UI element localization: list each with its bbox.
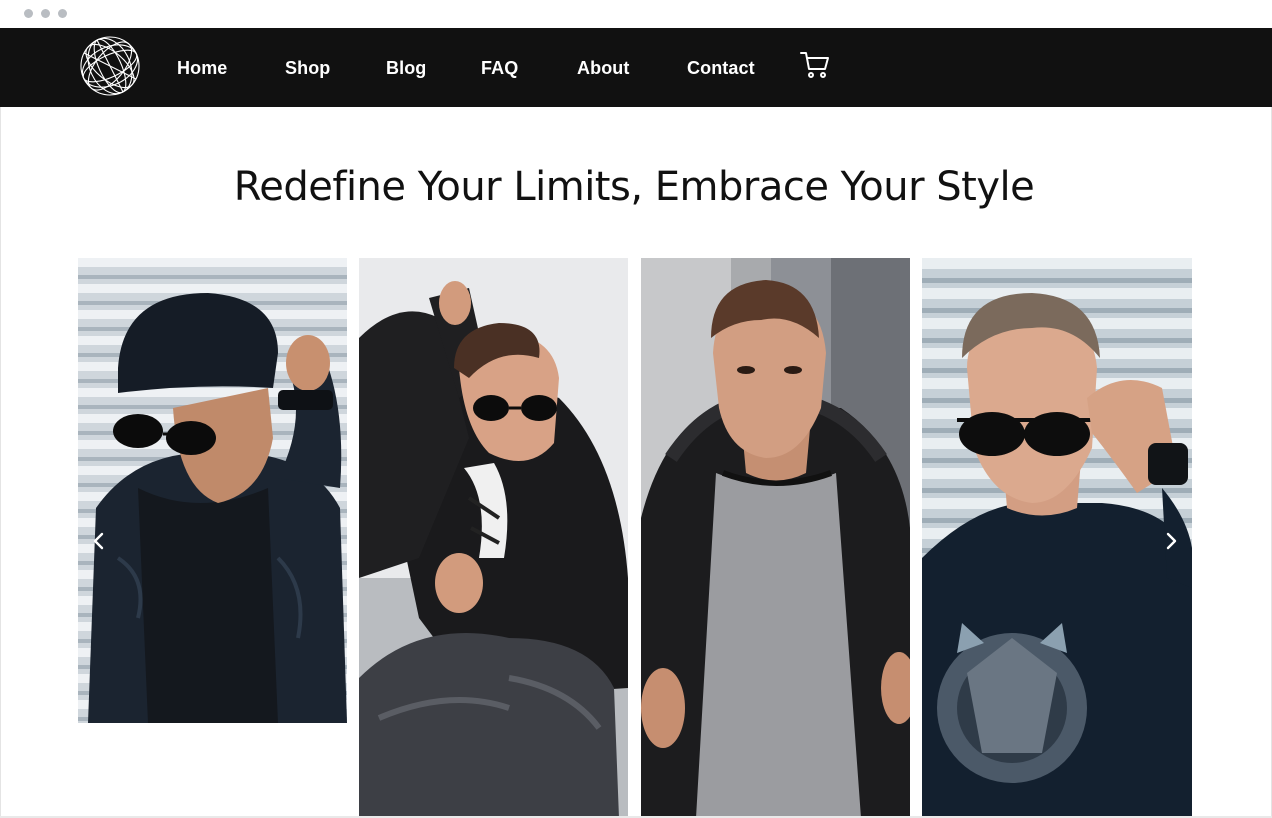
shopping-cart-icon[interactable] (800, 50, 830, 80)
window-dot-icon (58, 9, 67, 18)
gallery-image-1[interactable] (78, 258, 347, 723)
gallery-image-2[interactable] (359, 258, 628, 818)
nav-faq-link[interactable]: FAQ (481, 57, 518, 79)
site-header: Home Shop Blog FAQ About Contact (0, 28, 1272, 107)
window-dot-icon (24, 9, 33, 18)
chevron-right-icon[interactable] (1160, 530, 1182, 552)
window-chrome (0, 0, 1272, 28)
chevron-left-icon[interactable] (88, 530, 110, 552)
wireframe-globe-icon[interactable] (79, 35, 141, 97)
nav-contact-link[interactable]: Contact (687, 57, 755, 79)
image-gallery (78, 258, 1192, 818)
nav-blog-link[interactable]: Blog (386, 57, 426, 79)
gallery-image-3[interactable] (641, 258, 910, 818)
nav-shop-link[interactable]: Shop (285, 57, 330, 79)
nav-about-link[interactable]: About (577, 57, 629, 79)
nav-home-link[interactable]: Home (177, 57, 227, 79)
window-dot-icon (41, 9, 50, 18)
gallery-image-4[interactable] (922, 258, 1192, 818)
hero-headline: Redefine Your Limits, Embrace Your Style (233, 164, 1035, 210)
